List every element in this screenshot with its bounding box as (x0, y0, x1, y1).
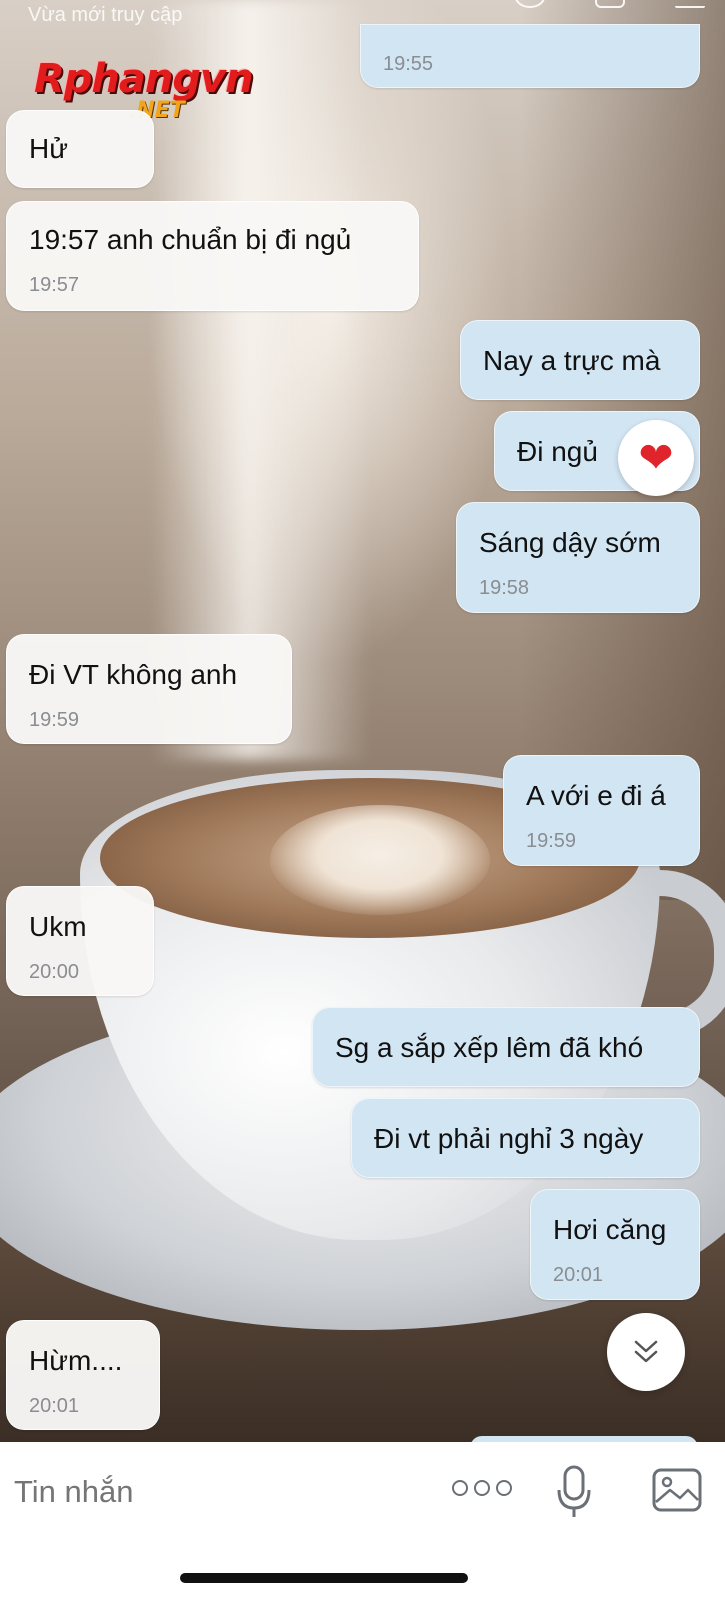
message-time: 20:01 (553, 1264, 604, 1286)
video-call-icon[interactable] (595, 0, 625, 8)
message-time: 19:57 (29, 274, 80, 296)
message-text: Đi vt phải nghỉ 3 ngày (374, 1123, 644, 1154)
heart-reaction-icon[interactable]: ❤ (618, 420, 694, 496)
contact-status: Vừa mới truy cập (28, 4, 183, 26)
message-input[interactable] (14, 1470, 414, 1514)
message-bubble-outgoing[interactable]: A với e đi á 19:59 (503, 755, 700, 866)
message-text: Hơi căng (553, 1214, 667, 1245)
message-bubble-incoming[interactable]: 19:57 anh chuẩn bị đi ngủ 19:57 (6, 201, 419, 311)
message-bubble-incoming[interactable]: Hừm.... 20:01 (6, 1320, 160, 1430)
menu-icon[interactable] (675, 0, 705, 8)
message-text: Đi VT không anh (29, 659, 238, 690)
message-text: Sáng dậy sớm (479, 527, 661, 558)
message-text: Sg a sắp xếp lêm đã khó (335, 1032, 644, 1063)
message-time: 19:59 (526, 830, 577, 852)
message-time: 19:55 (383, 53, 434, 75)
message-text: 19:57 anh chuẩn bị đi ngủ (29, 224, 352, 255)
message-bubble-outgoing[interactable]: 19:55 (360, 24, 700, 88)
message-text: Hừm.... (29, 1345, 123, 1376)
message-text: Đi ngủ (517, 436, 598, 467)
message-bubble-outgoing[interactable]: Nay a trực mà (460, 320, 700, 400)
message-text: Nay a trực mà (483, 345, 661, 376)
message-time: 19:59 (29, 709, 80, 731)
watermark-logo: Rphangvn (34, 56, 254, 102)
message-bubble-outgoing[interactable]: Hơi căng 20:01 (530, 1189, 700, 1300)
message-bubble-incoming[interactable]: Đi VT không anh 19:59 (6, 634, 292, 744)
image-gallery-icon[interactable] (652, 1468, 702, 1512)
header-actions (515, 0, 705, 8)
home-indicator (180, 1573, 468, 1583)
message-bubble-outgoing[interactable]: Sg a sắp xếp lêm đã khó (312, 1007, 700, 1087)
message-time: 20:00 (29, 961, 80, 983)
message-bubble-incoming[interactable]: Hử (6, 110, 154, 188)
message-text: Hử (29, 133, 68, 164)
microphone-icon[interactable] (554, 1464, 594, 1520)
message-text: A với e đi á (526, 780, 666, 811)
message-time: 19:58 (479, 577, 530, 599)
message-time: 20:01 (29, 1395, 80, 1417)
scroll-to-bottom-button[interactable] (607, 1313, 685, 1391)
message-bubble-outgoing[interactable]: Sáng dậy sớm 19:58 (456, 502, 700, 613)
call-icon[interactable] (515, 0, 545, 8)
double-chevron-down-icon (634, 1340, 658, 1363)
message-bubble-outgoing[interactable]: Đi vt phải nghỉ 3 ngày (351, 1098, 700, 1178)
message-text: Ukm (29, 911, 87, 942)
more-options-icon[interactable] (452, 1480, 512, 1496)
message-bubble-incoming[interactable]: Ukm 20:00 (6, 886, 154, 996)
